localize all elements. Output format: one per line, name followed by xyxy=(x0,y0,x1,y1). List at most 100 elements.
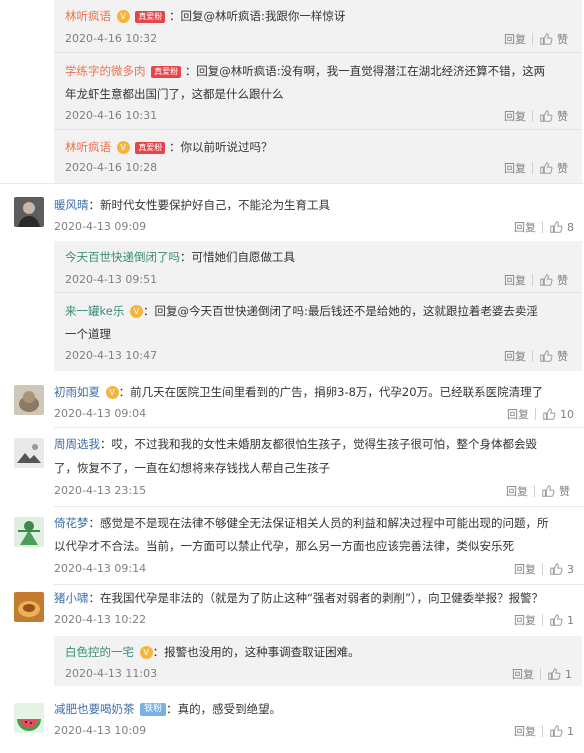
comment-time: 2020-4-13 09:14 xyxy=(54,562,147,575)
fan-badge: 真爱粉 xyxy=(135,10,166,23)
avatar[interactable] xyxy=(14,197,44,227)
comment-text-cont: 以代孕才不合法。当前，一方面可以禁止代孕，那么另一方面也应该完善法律，类似安乐死 xyxy=(54,539,514,553)
comment-text: ：哎，不过我和我的女性未婚朋友都很怕生孩子，觉得生孩子很可怕，整个身体都会毁 xyxy=(100,437,537,451)
reply-username[interactable]: 学练字的微多肉 xyxy=(65,64,146,78)
vip-icon: V xyxy=(105,386,119,399)
thumbs-up-icon xyxy=(550,614,563,626)
reply-button[interactable]: 回复 xyxy=(504,272,526,288)
vip-icon: V xyxy=(116,141,130,154)
like-label: 赞 xyxy=(557,162,568,175)
thumbs-up-icon xyxy=(550,221,563,233)
thumbs-up-icon xyxy=(550,563,563,575)
reply-button[interactable]: 回复 xyxy=(514,219,536,235)
reply-text: ：回复@林听疯语:我跟你一样惊讶 xyxy=(168,9,346,23)
like-button[interactable]: 赞 xyxy=(539,31,568,47)
fan-badge: 铁粉 xyxy=(140,703,167,716)
reply-button[interactable]: 回复 xyxy=(514,612,536,628)
comment-username[interactable]: 周周选我 xyxy=(54,437,100,451)
like-button[interactable]: 赞 xyxy=(539,272,568,288)
comment-text: ：前几天在医院卫生间里看到的广告，捐卵3-8万，代孕20万。已经联系医院清理了 xyxy=(118,385,544,399)
reply-box: 林听疯语 V 真爱粉 ：回复@林听疯语:我跟你一样惊讶 2020-4-16 10… xyxy=(54,0,582,183)
thumbs-up-icon xyxy=(543,408,556,420)
like-button[interactable]: 8 xyxy=(549,220,574,234)
reply-item: 林听疯语 V 真爱粉 ：你以前听说过吗？ 2020-4-16 10:28 回复 … xyxy=(54,130,582,183)
reply-button[interactable]: 回复 xyxy=(506,483,528,499)
reply-username[interactable]: 林听疯语 xyxy=(65,9,111,23)
avatar[interactable] xyxy=(14,703,44,733)
reply-box: 今天百世快递倒闭了吗：可惜她们自愿做工具 2020-4-13 09:51 回复 … xyxy=(54,241,582,371)
thumbs-up-icon xyxy=(550,725,563,737)
like-count: 1 xyxy=(565,667,572,681)
reply-button[interactable]: 回复 xyxy=(504,31,526,47)
divider xyxy=(542,221,543,233)
like-button[interactable]: 1 xyxy=(549,613,574,627)
reply-button[interactable]: 回复 xyxy=(514,561,536,577)
reply-time: 2020-4-16 10:28 xyxy=(65,161,158,174)
avatar[interactable] xyxy=(14,517,44,547)
reply-item: 林听疯语 V 真爱粉 ：回复@林听疯语:我跟你一样惊讶 2020-4-16 10… xyxy=(54,0,582,52)
reply-username[interactable]: 白色控的一宅 xyxy=(65,645,134,659)
fan-badge: 真爱粉 xyxy=(151,65,182,78)
reply-button[interactable]: 回复 xyxy=(514,723,536,739)
reply-text: ：报警也没用的，这种事调查取证困难。 xyxy=(152,645,360,659)
reply-button[interactable]: 回复 xyxy=(512,666,534,682)
avatar[interactable] xyxy=(14,438,44,468)
divider xyxy=(535,408,536,420)
reply-username[interactable]: 今天百世快递倒闭了吗 xyxy=(65,250,180,264)
like-button[interactable]: 1 xyxy=(547,667,572,681)
divider xyxy=(542,725,543,737)
comment-username[interactable]: 初雨如夏 xyxy=(54,385,100,399)
like-button[interactable]: 1 xyxy=(549,724,574,738)
comment-time: 2020-4-13 10:09 xyxy=(54,724,147,737)
divider xyxy=(532,110,533,122)
like-button[interactable]: 3 xyxy=(549,562,574,576)
comment-item: 减肥也要喝奶茶 铁粉 ：真的，感受到绝望。 2020-4-13 10:09 回复 … xyxy=(0,687,584,753)
reply-time: 2020-4-13 09:51 xyxy=(65,273,158,286)
like-button[interactable]: 赞 xyxy=(541,483,570,499)
avatar-image xyxy=(14,703,44,733)
divider xyxy=(532,350,533,362)
reply-time: 2020-4-13 11:03 xyxy=(65,667,158,680)
like-button[interactable]: 赞 xyxy=(539,160,568,176)
comment-item: 猪小啸：在我国代孕是非法的（就是为了防止这种“强者对弱者的剥削”），向卫健委举报… xyxy=(0,585,584,635)
reply-item: 白色控的一宅 V ：报警也没用的，这种事调查取证困难。 2020-4-13 11:… xyxy=(54,636,582,686)
reply-username[interactable]: 林听疯语 xyxy=(65,140,111,154)
avatar[interactable] xyxy=(14,385,44,415)
reply-button[interactable]: 回复 xyxy=(504,348,526,364)
comment-text-cont: 了，恢复不了，一直在幻想将来存钱找人帮自己生孩子 xyxy=(54,461,330,475)
vip-icon: V xyxy=(116,10,130,23)
reply-button[interactable]: 回复 xyxy=(504,108,526,124)
thumbs-up-icon xyxy=(542,485,555,497)
avatar-image xyxy=(14,517,44,547)
comment-username[interactable]: 减肥也要喝奶茶 xyxy=(54,702,135,716)
comment-item: 倚花梦：感觉是不是现在法律不够健全无法保证相关人员的利益和解决过程中可能出现的问… xyxy=(0,507,584,584)
fan-badge: 真爱粉 xyxy=(135,141,166,154)
like-count: 3 xyxy=(567,562,574,576)
like-label: 赞 xyxy=(557,33,568,46)
reply-text: ：你以前听说过吗？ xyxy=(168,140,273,154)
comment-username[interactable]: 猪小啸 xyxy=(54,591,89,605)
reply-box: 白色控的一宅 V ：报警也没用的，这种事调查取证困难。 2020-4-13 11:… xyxy=(54,636,582,686)
thumbs-up-icon xyxy=(540,350,553,362)
divider xyxy=(534,485,535,497)
like-label: 赞 xyxy=(559,485,570,498)
reply-item: 学练字的微多肉 真爱粉 ：回复@林听疯语:没有啊，我一直觉得潜江在湖北经济还算不… xyxy=(54,53,582,129)
comment-thread: 林听疯语 V 真爱粉 ：回复@林听疯语:我跟你一样惊讶 2020-4-16 10… xyxy=(0,0,584,753)
like-button[interactable]: 10 xyxy=(542,407,574,421)
reply-button[interactable]: 回复 xyxy=(504,160,526,176)
comment-username[interactable]: 倚花梦 xyxy=(54,516,89,530)
comment-username[interactable]: 暖风晴 xyxy=(54,198,89,212)
reply-button[interactable]: 回复 xyxy=(507,406,529,422)
avatar-image xyxy=(14,197,44,227)
avatar[interactable] xyxy=(14,592,44,622)
reply-username[interactable]: 来一罐ke乐 xyxy=(65,304,124,318)
comment-time: 2020-4-13 23:15 xyxy=(54,484,147,497)
comment-time: 2020-4-13 09:09 xyxy=(54,220,147,233)
like-count: 1 xyxy=(567,613,574,627)
thumbs-up-icon xyxy=(540,110,553,122)
comment-text: ：真的，感受到绝望。 xyxy=(166,702,282,716)
reply-time: 2020-4-16 10:31 xyxy=(65,109,158,122)
like-button[interactable]: 赞 xyxy=(539,348,568,364)
comment-time: 2020-4-13 10:22 xyxy=(54,613,147,626)
like-button[interactable]: 赞 xyxy=(539,108,568,124)
